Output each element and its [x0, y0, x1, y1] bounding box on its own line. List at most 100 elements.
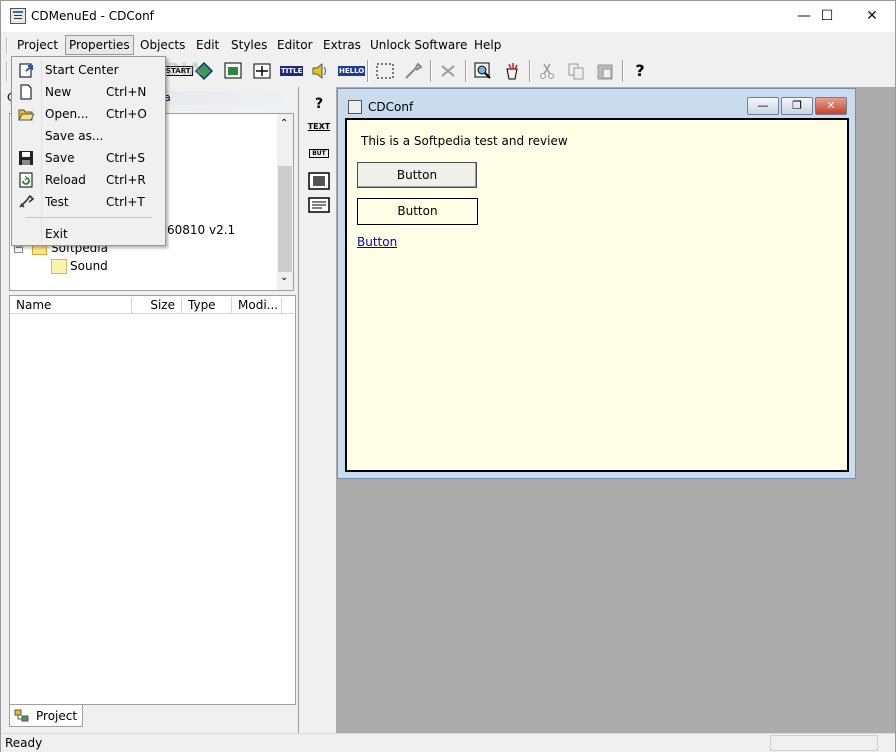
zoom-icon[interactable]	[472, 60, 494, 82]
menu-edit[interactable]: Edit	[193, 35, 222, 55]
menu-objects[interactable]: Objects	[137, 35, 188, 55]
menu-item-label: Save as...	[45, 129, 104, 143]
menu-item-test[interactable]: Test Ctrl+T	[12, 191, 165, 213]
menu-item-shortcut: Ctrl+R	[106, 173, 146, 187]
image-icon[interactable]	[222, 60, 244, 82]
menu-item-label: Test	[45, 195, 69, 209]
start-center-icon	[19, 63, 33, 78]
new-file-icon	[20, 84, 32, 100]
palette-button-icon[interactable]: BUT	[307, 148, 331, 168]
window-title: CDMenuEd - CDConf	[31, 9, 154, 23]
menu-item-label: Reload	[45, 173, 86, 187]
app-icon	[10, 8, 26, 24]
menu-properties[interactable]: Properties	[65, 35, 134, 55]
column-name[interactable]: Name	[10, 297, 132, 313]
tab-project[interactable]: Project	[9, 705, 83, 727]
child-window-icon	[348, 100, 362, 114]
open-folder-icon	[18, 109, 34, 121]
column-modified[interactable]: Modi...	[232, 297, 282, 313]
palette-list-icon[interactable]	[307, 196, 331, 216]
menu-item-open[interactable]: Open... Ctrl+O	[12, 103, 165, 125]
select-icon[interactable]	[374, 60, 396, 82]
menu-item-new[interactable]: New Ctrl+N	[12, 81, 165, 103]
child-restore-button[interactable]: ❐	[781, 97, 813, 115]
copy-icon[interactable]	[565, 60, 587, 82]
paste-icon[interactable]	[594, 60, 616, 82]
form-link-button[interactable]: Button	[357, 235, 397, 249]
scroll-up-icon[interactable]: ⌃	[280, 118, 288, 129]
menu-item-shortcut: Ctrl+N	[106, 85, 147, 99]
scroll-down-icon[interactable]: ⌄	[280, 272, 288, 283]
menu-item-start-center[interactable]: Start Center	[12, 59, 165, 81]
delete-icon[interactable]	[437, 60, 459, 82]
speaker-icon[interactable]	[309, 60, 331, 82]
form-button-1[interactable]: Button	[357, 162, 477, 188]
menubar-grip	[6, 37, 8, 53]
palette-text-icon[interactable]: TEXT	[307, 122, 331, 142]
maximize-button[interactable]: ☐	[804, 1, 850, 32]
toolbar-separator	[529, 60, 531, 82]
expand-icon[interactable]	[251, 60, 273, 82]
toolbar-separator	[465, 60, 467, 82]
paint-icon[interactable]	[501, 60, 523, 82]
menu-item-save-as[interactable]: Save as...	[12, 125, 165, 147]
folder-icon	[51, 259, 67, 274]
menu-help[interactable]: Help	[471, 35, 504, 55]
tools-icon[interactable]	[402, 60, 424, 82]
reload-icon	[19, 172, 33, 188]
palette-help-icon[interactable]: ?	[307, 96, 331, 116]
menu-item-label: Start Center	[45, 63, 119, 77]
menu-item-label: Exit	[45, 227, 68, 241]
cut-icon[interactable]	[536, 60, 558, 82]
tree-scrollbar-thumb[interactable]	[278, 166, 292, 272]
tree-node-sound[interactable]: Sound	[70, 259, 108, 273]
hello-label: HELLO	[338, 66, 366, 76]
title-bar[interactable]: CDMenuEd - CDConf — ☐ ✕	[1, 1, 895, 32]
menu-unlock-software[interactable]: Unlock Software	[367, 35, 470, 55]
palette-film-icon[interactable]	[307, 172, 331, 192]
form-button-2[interactable]: Button	[357, 198, 478, 225]
toolbar-grip	[6, 61, 8, 81]
menu-bar: Project Properties Objects Edit Styles E…	[1, 33, 895, 57]
menu-item-shortcut: Ctrl+S	[106, 151, 146, 165]
palette-button-label: BUT	[309, 149, 329, 158]
test-icon	[19, 194, 34, 208]
tab-project-label: Project	[36, 709, 78, 723]
file-list[interactable]	[9, 295, 296, 705]
menu-editor[interactable]: Editor	[274, 35, 316, 55]
project-dropdown-menu: Start Center New Ctrl+N Open... Ctrl+O S…	[11, 56, 166, 246]
status-text: Ready	[5, 736, 43, 750]
menu-item-save[interactable]: Save Ctrl+S	[12, 147, 165, 169]
menu-item-label: Save	[45, 151, 75, 165]
hello-icon[interactable]: HELLO	[338, 60, 366, 82]
child-minimize-button[interactable]: —	[747, 97, 779, 115]
toolbar-separator	[622, 60, 624, 82]
file-list-header: Name Size Type Modi...	[10, 296, 294, 314]
menu-project[interactable]: Project	[14, 35, 61, 55]
menu-item-exit[interactable]: Exit	[12, 223, 165, 245]
column-size[interactable]: Size	[132, 297, 182, 313]
status-bar: Ready	[1, 733, 895, 752]
menu-separator	[25, 217, 152, 218]
menu-item-reload[interactable]: Reload Ctrl+R	[12, 169, 165, 191]
project-tab-icon	[14, 709, 29, 722]
menu-styles[interactable]: Styles	[228, 35, 270, 55]
help-icon[interactable]: ?	[629, 60, 651, 82]
child-close-button[interactable]: ✕	[815, 97, 847, 115]
form-label[interactable]: This is a Softpedia test and review	[361, 134, 568, 148]
tree-node-version[interactable]: 60810 v2.1	[167, 223, 235, 237]
close-button[interactable]: ✕	[849, 1, 895, 32]
menu-item-shortcut: Ctrl+O	[106, 107, 147, 121]
panel-divider	[298, 87, 299, 733]
floppy-disk-icon	[19, 151, 33, 165]
menu-extras[interactable]: Extras	[320, 35, 364, 55]
column-type[interactable]: Type	[182, 297, 232, 313]
menu-item-shortcut: Ctrl+T	[106, 195, 145, 209]
child-window-title: CDConf	[368, 100, 414, 114]
menu-item-label: New	[45, 85, 72, 99]
title-icon[interactable]: TITLE	[280, 60, 304, 82]
toolbar-separator	[430, 60, 432, 82]
application-window: CDMenuEd - CDConf — ☐ ✕ Project Properti…	[0, 0, 896, 752]
status-panel	[770, 735, 878, 751]
title-label: TITLE	[280, 66, 304, 76]
